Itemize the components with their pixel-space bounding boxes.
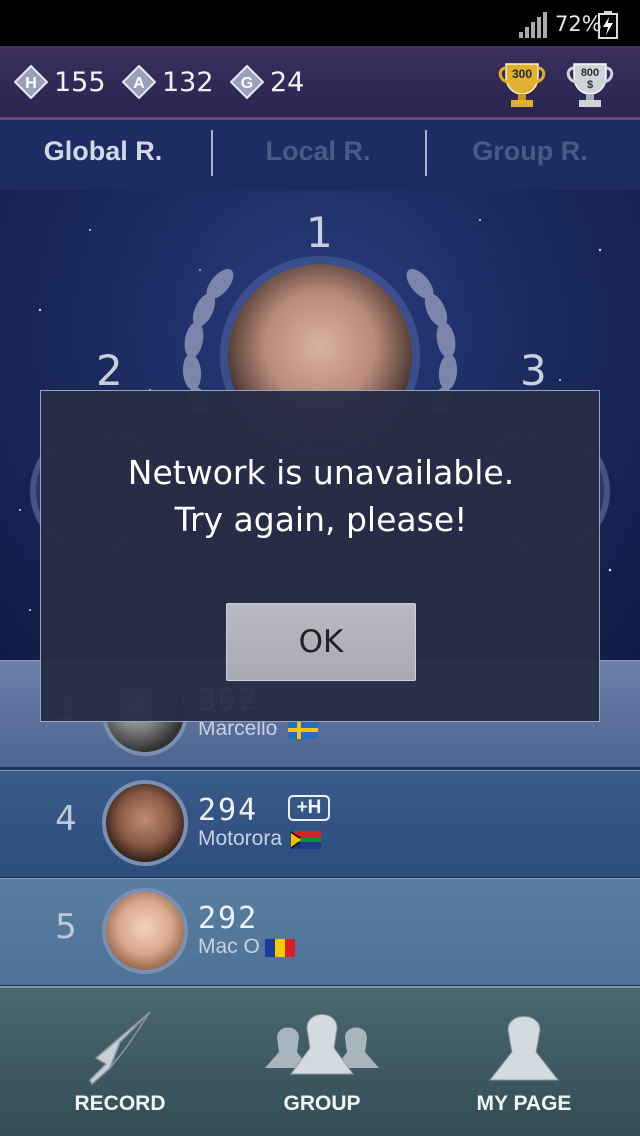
currency-h-value: 155 bbox=[54, 66, 106, 98]
group-icon bbox=[265, 1014, 379, 1075]
row-avatar bbox=[102, 888, 188, 974]
ok-button[interactable]: OK bbox=[226, 603, 416, 681]
sweden-flag-icon bbox=[288, 721, 318, 739]
app-screen: 72% H 155 A 132 G 24 300 800 $ Global R.… bbox=[0, 0, 640, 1136]
row-score: 292 bbox=[198, 901, 259, 936]
bottom-nav: RECORD GROUP MY PAGE bbox=[0, 986, 640, 1136]
gem-letter-g: G bbox=[241, 75, 253, 92]
svg-text:$: $ bbox=[587, 79, 593, 91]
tab-global[interactable]: Global R. bbox=[3, 136, 203, 167]
currency-g-value: 24 bbox=[270, 66, 305, 98]
h-bonus-badge: +H bbox=[288, 795, 330, 821]
row-avatar bbox=[102, 780, 188, 866]
podium-rank-2: 2 bbox=[96, 346, 123, 395]
network-error-dialog: Network is unavailable. Try again, pleas… bbox=[40, 390, 600, 722]
gem-letter-a: A bbox=[133, 75, 145, 92]
status-bar: 72% bbox=[0, 0, 640, 46]
signal-icon bbox=[519, 12, 547, 38]
dialog-line-1: Network is unavailable. bbox=[127, 453, 515, 492]
g-gem-icon: G bbox=[230, 65, 264, 99]
tab-local[interactable]: Local R. bbox=[218, 136, 418, 167]
currency-a-value: 132 bbox=[162, 66, 214, 98]
currency-bar: H 155 A 132 G 24 300 800 $ bbox=[0, 46, 640, 120]
row-name: Motorora bbox=[198, 827, 283, 850]
nav-record-label: RECORD bbox=[74, 1092, 166, 1115]
nav-group-label: GROUP bbox=[283, 1092, 361, 1115]
quill-icon bbox=[89, 1011, 151, 1086]
trophy-label-300: 300 bbox=[512, 67, 532, 81]
row-score: 294 bbox=[198, 793, 259, 828]
tab-divider bbox=[425, 130, 427, 176]
tab-divider bbox=[211, 130, 213, 176]
tab-group[interactable]: Group R. bbox=[430, 136, 630, 167]
row-rank: 5 bbox=[55, 907, 77, 947]
gem-letter-h: H bbox=[25, 75, 37, 92]
currency-a: A 132 bbox=[122, 62, 214, 102]
person-icon bbox=[488, 1016, 560, 1081]
h-gem-icon: H bbox=[14, 65, 48, 99]
podium-rank-1: 1 bbox=[306, 208, 333, 257]
nav-my-page[interactable]: MY PAGE bbox=[424, 988, 624, 1136]
svg-text:800: 800 bbox=[581, 67, 599, 79]
currency-g: G 24 bbox=[230, 62, 304, 102]
nav-my-page-label: MY PAGE bbox=[476, 1092, 572, 1115]
currency-h: H 155 bbox=[14, 62, 106, 102]
battery-percentage: 72% bbox=[555, 12, 602, 36]
gold-trophy-icon[interactable]: 300 bbox=[496, 58, 548, 110]
row-name: Mac O bbox=[198, 935, 260, 958]
ranking-tabs: Global R. Local R. Group R. bbox=[0, 122, 640, 186]
dialog-message: Network is unavailable. Try again, pleas… bbox=[41, 449, 601, 543]
battery-charging-icon bbox=[598, 11, 618, 39]
romania-flag-icon bbox=[265, 939, 295, 957]
ranking-row-5[interactable]: 5 292 Mac O bbox=[0, 878, 640, 985]
podium-rank-3: 3 bbox=[520, 346, 547, 395]
a-gem-icon: A bbox=[122, 65, 156, 99]
nav-record[interactable]: RECORD bbox=[20, 988, 220, 1136]
row-rank: 4 bbox=[55, 799, 77, 839]
ranking-row-4[interactable]: 4 294 +H Motorora bbox=[0, 770, 640, 877]
silver-trophy-icon[interactable]: 800 $ bbox=[564, 58, 616, 110]
south-africa-flag-icon bbox=[291, 831, 321, 849]
nav-group[interactable]: GROUP bbox=[222, 988, 422, 1136]
dialog-line-2: Try again, please! bbox=[174, 500, 468, 539]
